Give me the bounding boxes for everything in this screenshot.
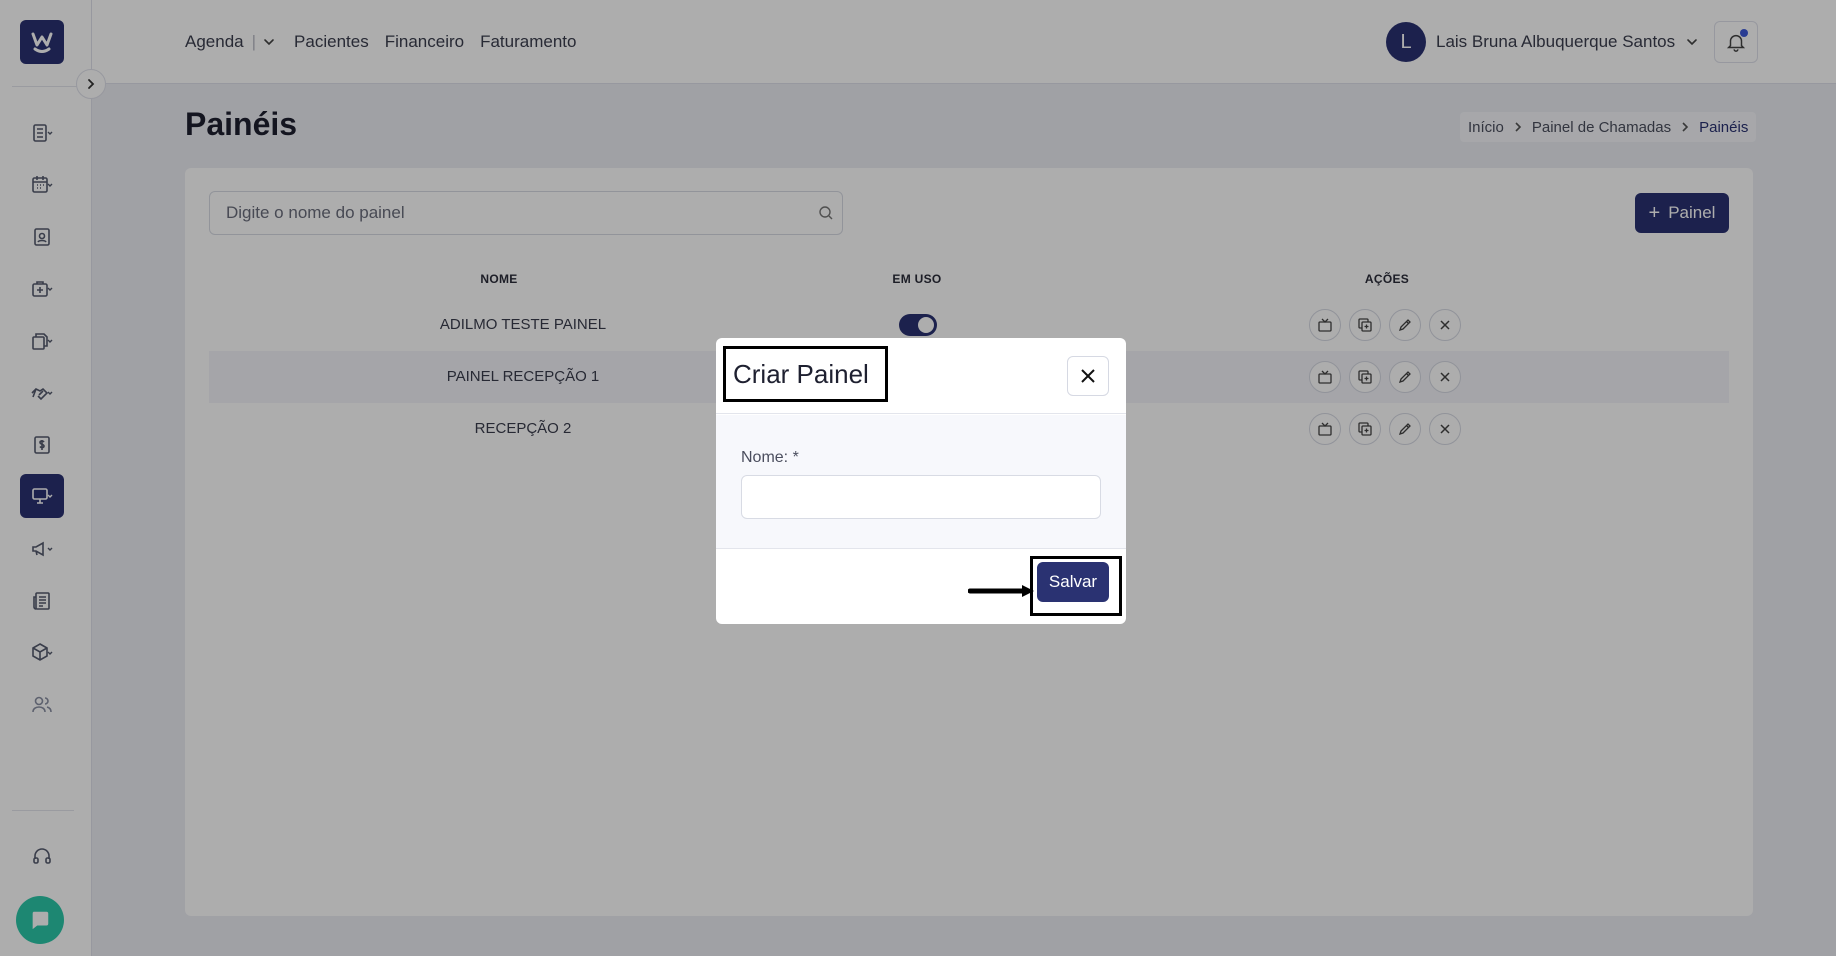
create-panel-modal: Criar Painel Nome: * Salvar xyxy=(716,338,1126,624)
arrow-right-icon xyxy=(968,585,1034,597)
name-field-input[interactable] xyxy=(741,475,1101,519)
save-button[interactable]: Salvar xyxy=(1037,562,1109,602)
modal-header: Criar Painel xyxy=(716,338,1126,414)
modal-title: Criar Painel xyxy=(723,346,888,402)
modal-body: Nome: * xyxy=(716,415,1126,549)
name-field-label: Nome: * xyxy=(741,449,799,466)
modal-close-button[interactable] xyxy=(1067,356,1109,396)
close-icon xyxy=(1081,369,1095,383)
